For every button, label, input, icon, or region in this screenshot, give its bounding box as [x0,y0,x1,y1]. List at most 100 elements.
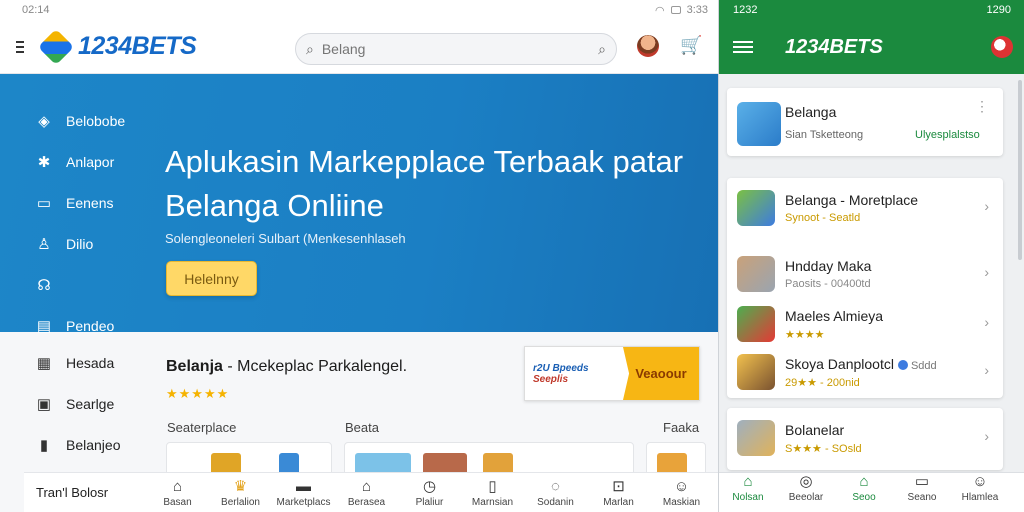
product-list-card-2: Bolanelar S★★★ - SOsld › [727,408,1003,470]
mobile-app-bar: 1234BETS [719,20,1024,74]
rating-stars: ★★★★★ [166,386,230,401]
product-thumb [737,256,775,292]
sidebar-item-3[interactable]: ♙ Dilio [34,223,125,264]
verified-icon [897,360,908,371]
bottom-nav-item-3[interactable]: ⌂ Berasea [335,478,398,508]
bag-icon: ▮ [39,436,49,454]
bottom-nav-item-4[interactable]: ◷ Plaliur [398,478,461,508]
mobile-status-right: 1290 [986,4,1011,16]
search-bar[interactable]: ⌕ ⌕ [295,33,617,65]
shopping-cart-icon[interactable]: 🛒 [680,35,704,57]
list-item-title: Skoya Danplootcl Sddd [785,356,937,372]
hero-subtitle: Solengleoneleri Sulbart (Menkesenhlaseh [165,231,406,246]
list-item[interactable]: Skoya Danplootcl Sddd 29★★ - 200nid › [727,346,1003,396]
mobile-bottom-navigation: ⌂ Nolsan ◎ Beeolar ⌂ Seoo ▭ Seano ☺ Hlamlea [719,472,1024,512]
sidebar-item-4[interactable]: ☊ [34,264,125,305]
list-item-status: Ulyesplalstso [915,129,980,141]
mobile-nav-item-4[interactable]: ☺ Hlamlea [951,473,1009,512]
list-item[interactable]: Belanga - Moretplace Synoot - Seatld › [727,182,1003,232]
chevron-right-icon: › [984,428,989,444]
list-item[interactable]: Maeles Almieya ★★★★ › [727,298,1003,348]
menu-icon[interactable] [733,41,753,53]
bottom-nav-item-1[interactable]: ♛ Berlalion [209,478,272,508]
chart-icon: ▤ [36,317,52,335]
list-item-subtitle: Paosits - 00400td [785,278,871,290]
clock-icon: ◷ [422,477,437,495]
promo-art: r2U Bpeeds Seeplis [533,362,589,385]
mobile-status-bar: 1232 1290 [719,0,1024,20]
mobile-nav-item-1[interactable]: ◎ Beeolar [777,473,835,512]
hero-cta-button[interactable]: Helelnny [166,261,257,296]
search-submit-icon[interactable]: ⌕ [598,41,606,58]
laptop-icon: ▭ [36,194,52,212]
secondary-sidebar: ▦ Hesada ▣ Searlge ▮ Belanjeo [34,342,121,465]
list-item-subtitle: Sian Tsketteong [785,129,864,141]
chevron-right-icon: › [984,264,989,280]
list-item-title: Maeles Almieya [785,308,884,324]
sidebar-item-5[interactable]: ▤ Pendeo [34,305,125,346]
list-item-title: Hndday Maka [785,258,872,274]
bottom-navigation: Tran'l Bolosr ⌂ Basan ♛ Berlalion ▬ Marketp… [24,472,718,512]
product-thumb [737,190,775,226]
list-item-subtitle: Synoot - Seatld [785,212,861,224]
mobile-nav-item-2[interactable]: ⌂ Seoo [835,473,893,512]
wifi-icon: ◠ [654,4,665,17]
mobile-view: 1232 1290 1234BETS Belanga Sian Tsketteo… [718,0,1024,512]
store-thumb [737,102,781,146]
brand-name: 1234BETS [78,32,197,60]
home-icon: ⌂ [743,473,753,490]
chat-icon: ◌ [551,477,560,495]
sidebar-item-shop[interactable]: ▮ Belanjeo [34,424,121,465]
sidebar-item-2[interactable]: ▭ Eenens [34,182,125,223]
sidebar-item-1[interactable]: ✱ Anlapor [34,141,125,182]
promo-cta[interactable]: Veaoour [623,347,699,400]
menu-icon[interactable] [0,40,40,53]
bottom-nav-item-6[interactable]: ◌ Sodanin [524,478,587,508]
brand-logo[interactable]: 1234BETS [37,28,197,65]
sidebar-item-home[interactable]: ▦ Hesada [34,342,121,383]
column-label-2: Beata [345,420,379,435]
user-icon: ☺ [673,477,690,495]
status-time: 02:14 [22,4,50,16]
account-card[interactable]: Belanga Sian Tsketteong Ulyesplalstso ⋮ [727,88,1003,156]
bottom-nav-brand[interactable]: Tran'l Bolosr [24,485,146,500]
user-icon: ☺ [972,473,988,490]
section-title: Belanja - Mcekeplac Parkalengel. [166,358,408,375]
bottom-nav-item-7[interactable]: ⊡ Marlan [587,478,650,508]
promo-banner[interactable]: r2U Bpeeds Seeplis Veaoour [524,346,700,401]
product-thumb [737,420,775,456]
bottom-nav-item-8[interactable]: ☺ Maskian [650,478,713,508]
list-item-title: Belanga - Moretplace [785,192,919,208]
search-input[interactable] [321,41,599,57]
sidebar-item-search[interactable]: ▣ Searlge [34,383,121,424]
bottom-nav-item-0[interactable]: ⌂ Basan [146,478,209,508]
battery-icon [670,6,681,14]
status-right-text: 3:33 [686,4,708,16]
mobile-nav-item-0[interactable]: ⌂ Nolsan [719,473,777,512]
mobile-brand-name[interactable]: 1234BETS [785,36,991,59]
product-list-card: Belanga - Moretplace Synoot - Seatld › H… [727,178,1003,398]
screenshot-root: 02:14 ◠ 3:33 1234BETS ⌕ ⌕ 🛒 ◈Belobob [0,0,1024,512]
product-thumb [737,306,775,342]
list-item[interactable]: Hndday Maka Paosits - 00400td › [727,248,1003,298]
chevron-right-icon: › [984,362,989,378]
hero-title: Aplukasin Markepplace Terbaak patar Bela… [165,144,684,223]
document-icon: ▣ [36,395,52,413]
bottom-nav-item-2[interactable]: ▬ Marketplacs [272,478,335,508]
chevron-right-icon: › [984,198,989,214]
desktop-view: 02:14 ◠ 3:33 1234BETS ⌕ ⌕ 🛒 ◈Belobob [0,0,718,512]
column-label-3: Faaka [663,420,700,435]
bottom-nav-item-5[interactable]: ▯ Marnsian [461,478,524,508]
rating-stars: ★★★★ [785,329,825,341]
more-icon[interactable]: ⋮ [975,98,989,115]
mobile-nav-item-3[interactable]: ▭ Seano [893,473,951,512]
trophy-icon: ♛ [233,477,248,495]
scrollbar[interactable] [1018,80,1022,260]
list-item[interactable]: Belanga Sian Tsketteong Ulyesplalstso ⋮ [727,94,1003,146]
sidebar-item-0[interactable]: ◈ Belobobe [34,100,125,141]
list-item[interactable]: Bolanelar S★★★ - SOsld › [727,412,1003,462]
avatar[interactable] [637,35,659,57]
grid-icon: ⊡ [612,477,625,495]
avatar[interactable] [991,36,1013,58]
storefront-icon: ▦ [36,354,52,372]
